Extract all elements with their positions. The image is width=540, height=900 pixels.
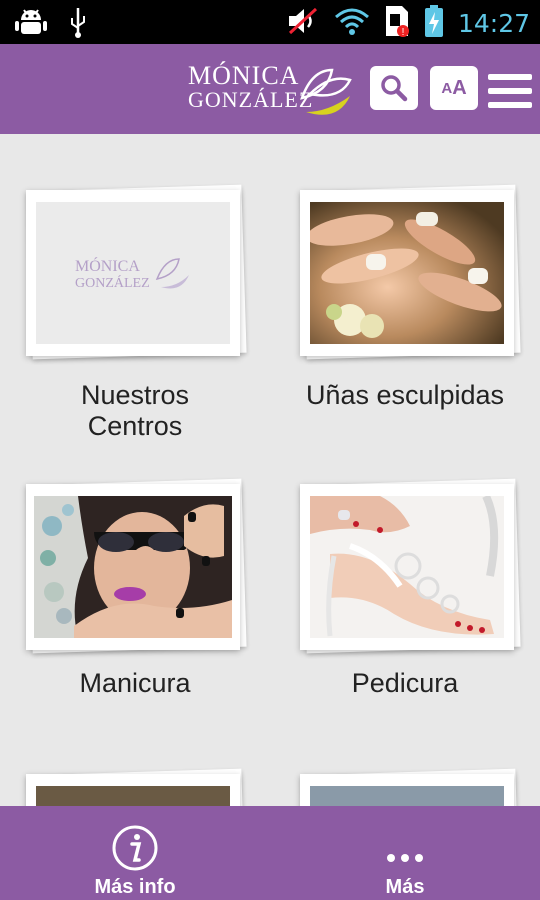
usb-icon [68,6,88,43]
tile-label: Pedicura [351,668,459,698]
font-size-button[interactable]: AA [430,66,478,110]
svg-text:GONZÁLEZ: GONZÁLEZ [75,274,150,291]
sculpted-nails-image [306,202,504,344]
android-debug-icon [14,6,48,43]
tile-pedicura[interactable]: Pedicura [270,454,540,754]
manicure-image [34,496,232,638]
sections-grid: MÓNICA GONZÁLEZ Nuestros Centros Uñas es… [0,134,540,806]
more-label: Más [385,876,425,898]
svg-text:MÓNICA: MÓNICA [75,256,140,275]
font-size-large-a: A [452,76,467,99]
more-dots-icon [387,854,423,862]
tile-partial[interactable] [0,754,270,806]
tile-label: Uñas esculpidas [305,380,505,410]
pedicure-image [310,494,504,638]
status-bar: ! 14:27 [0,0,540,44]
info-icon [112,825,158,871]
tile-manicura[interactable]: Manicura [0,454,270,754]
app-header: MÓNICA GONZÁLEZ AA [0,44,540,134]
more-info-button[interactable]: Más info [0,806,270,900]
status-time: 14:27 [457,9,530,38]
more-info-label: Más info [94,876,176,898]
brand-logo[interactable]: MÓNICA GONZÁLEZ [188,63,358,116]
font-size-small-a: A [441,79,453,97]
tile-partial[interactable] [270,754,540,806]
tile-label: Manicura [79,668,191,698]
sim-alert-icon: ! [384,4,410,43]
leaf-logo-icon [300,68,352,115]
tile-unas-esculpidas[interactable]: Uñas esculpidas [270,134,540,454]
tile-label: Nuestros Centros [80,380,190,441]
volume-muted-icon [286,5,320,42]
tile-nuestros-centros[interactable]: MÓNICA GONZÁLEZ Nuestros Centros [0,134,270,454]
svg-text:!: ! [402,27,405,38]
wifi-icon [334,5,370,42]
battery-charging-icon [424,4,444,43]
more-button[interactable]: Más [270,806,540,900]
logo-placeholder-image: MÓNICA GONZÁLEZ [36,202,230,344]
bottom-nav-bar: Más info Más [0,806,540,900]
search-icon [381,75,408,102]
search-button[interactable] [370,66,418,110]
hamburger-menu-icon[interactable] [488,74,532,108]
